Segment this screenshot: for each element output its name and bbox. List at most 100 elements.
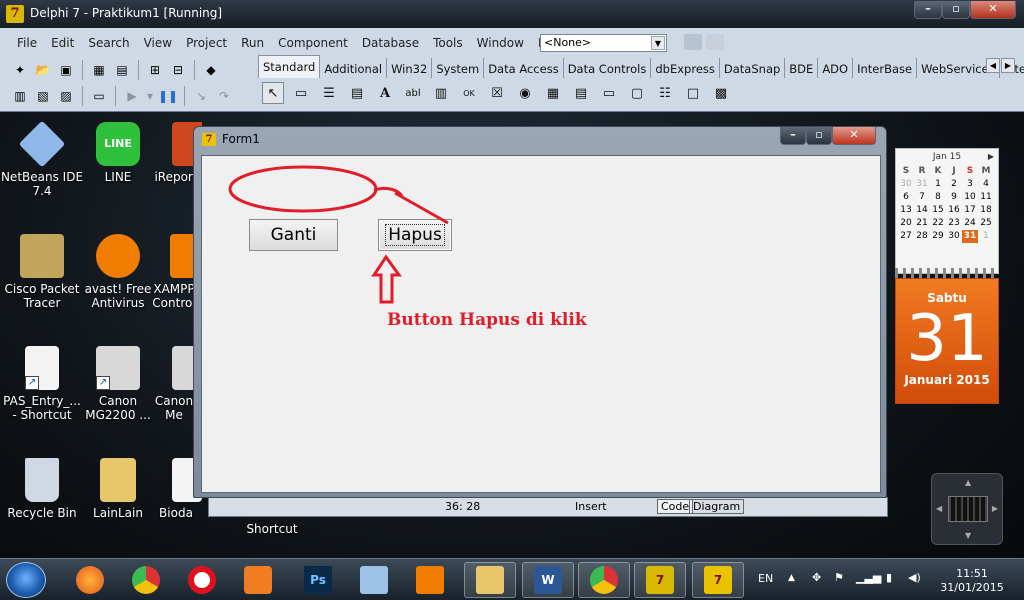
- tab-additional[interactable]: Additional: [320, 58, 388, 78]
- desktop-icon-cisco[interactable]: Cisco Packet Tracer: [0, 234, 84, 310]
- calendar-day[interactable]: 7: [914, 191, 930, 204]
- calendar-day[interactable]: 17: [962, 204, 978, 217]
- scroll-down-icon[interactable]: ▼: [965, 531, 971, 540]
- calendar-day[interactable]: 23: [946, 217, 962, 230]
- scroll-left-icon[interactable]: ◀: [936, 504, 942, 513]
- run-icon[interactable]: ▶: [122, 87, 142, 105]
- taskbar-virtualbox[interactable]: [348, 562, 400, 598]
- menu-view[interactable]: View: [137, 32, 179, 54]
- taskbar-media[interactable]: [232, 562, 284, 598]
- menu-run[interactable]: Run: [234, 32, 271, 54]
- calendar-day[interactable]: 28: [914, 230, 930, 243]
- edit-icon[interactable]: abl: [402, 82, 424, 104]
- taskbar-word[interactable]: W: [522, 562, 574, 598]
- menu-project[interactable]: Project: [179, 32, 234, 54]
- power-icon[interactable]: ▮: [886, 571, 892, 584]
- taskbar-chrome-open[interactable]: [578, 562, 630, 598]
- calendar-day[interactable]: 11: [978, 191, 994, 204]
- calendar-day[interactable]: 1: [930, 178, 946, 191]
- menu-database[interactable]: Database: [355, 32, 426, 54]
- taskbar-explorer[interactable]: [464, 562, 516, 598]
- close-button[interactable]: ✕: [832, 127, 876, 145]
- tab-datasnap[interactable]: DataSnap: [720, 58, 786, 78]
- scrollbar-icon[interactable]: ▭: [598, 82, 620, 104]
- taskbar-delphi-app[interactable]: 7: [692, 562, 744, 598]
- taskbar-photoshop[interactable]: Ps: [292, 562, 344, 598]
- open-project-icon[interactable]: ▤: [112, 61, 132, 79]
- taskbar-opera[interactable]: [176, 562, 228, 598]
- tab-data-access[interactable]: Data Access: [484, 58, 564, 78]
- desktop-icon-lainlain[interactable]: LainLain: [76, 458, 160, 520]
- desktop-icon-canon-2[interactable]: Canon Me: [150, 346, 198, 422]
- actionlist-icon[interactable]: ▩: [710, 82, 732, 104]
- open-icon[interactable]: 📂: [33, 61, 53, 79]
- calendar-today[interactable]: 31: [962, 230, 978, 243]
- combobox-icon[interactable]: ▤: [570, 82, 592, 104]
- maximize-button[interactable]: ▫: [942, 1, 970, 19]
- close-button[interactable]: ✕: [970, 1, 1016, 19]
- main-menu-icon[interactable]: ☰: [318, 82, 340, 104]
- calendar-day[interactable]: 30: [898, 178, 914, 191]
- desktop-icon-pas-entry[interactable]: ↗ PAS_Entry_... - Shortcut: [0, 346, 84, 422]
- component-selector-dropdown[interactable]: <None> ▼: [540, 34, 667, 52]
- new-icon[interactable]: ✦: [10, 61, 30, 79]
- tab-bde[interactable]: BDE: [785, 58, 819, 78]
- calendar-day[interactable]: 6: [898, 191, 914, 204]
- calendar-day[interactable]: 13: [898, 204, 914, 217]
- menu-tools[interactable]: Tools: [426, 32, 470, 54]
- tab-ado[interactable]: ADO: [818, 58, 854, 78]
- desktop-icon-avast[interactable]: avast! Free Antivirus: [76, 234, 160, 310]
- pause-icon[interactable]: ❚❚: [158, 87, 178, 105]
- new-form-icon[interactable]: [706, 34, 724, 50]
- minimize-button[interactable]: –: [914, 1, 942, 19]
- tab-diagram[interactable]: Diagram: [689, 499, 745, 514]
- calendar-day[interactable]: 21: [914, 217, 930, 230]
- save-all-icon[interactable]: ▦: [89, 61, 109, 79]
- view-form-icon[interactable]: ▧: [33, 87, 53, 105]
- tab-code[interactable]: Code: [657, 499, 694, 514]
- network-share-icon[interactable]: ✥: [812, 571, 821, 584]
- view-unit-icon[interactable]: ▥: [10, 87, 30, 105]
- volume-icon[interactable]: ◀): [908, 571, 921, 584]
- taskbar-delphi[interactable]: 7: [634, 562, 686, 598]
- language-indicator[interactable]: EN: [758, 572, 773, 585]
- calendar-day[interactable]: 1: [978, 230, 994, 243]
- toggle-icon[interactable]: ▨: [56, 87, 76, 105]
- calendar-day[interactable]: 18: [978, 204, 994, 217]
- desktop-icon-recycle-bin[interactable]: Recycle Bin: [0, 458, 84, 520]
- groupbox-icon[interactable]: ▢: [626, 82, 648, 104]
- calendar-day[interactable]: 16: [946, 204, 962, 217]
- step-over-icon[interactable]: ↷: [214, 87, 234, 105]
- help-icon[interactable]: ◆: [201, 61, 221, 79]
- calendar-day[interactable]: 10: [962, 191, 978, 204]
- menu-window[interactable]: Window: [470, 32, 531, 54]
- remove-file-icon[interactable]: ⊟: [168, 61, 188, 79]
- calendar-day[interactable]: 27: [898, 230, 914, 243]
- taskbar-firefox[interactable]: [64, 562, 116, 598]
- calendar-day[interactable]: 30: [946, 230, 962, 243]
- listbox-icon[interactable]: ▦: [542, 82, 564, 104]
- label-icon[interactable]: A: [374, 82, 396, 104]
- tab-dbexpress[interactable]: dbExpress: [651, 58, 720, 78]
- menu-search[interactable]: Search: [81, 32, 136, 54]
- calendar-day[interactable]: 8: [930, 191, 946, 204]
- calendar-day[interactable]: 24: [962, 217, 978, 230]
- calendar-day[interactable]: 22: [930, 217, 946, 230]
- desktop-icon-canon[interactable]: ↗ Canon MG2200 ...: [76, 346, 160, 422]
- desktop-icon-line[interactable]: LINE LINE: [76, 122, 160, 184]
- calendar-day[interactable]: 29: [930, 230, 946, 243]
- scroll-right-icon[interactable]: ▶: [1001, 58, 1015, 73]
- run-dropdown-icon[interactable]: ▾: [145, 87, 155, 105]
- calendar-day[interactable]: 4: [978, 178, 994, 191]
- save-icon[interactable]: ▣: [56, 61, 76, 79]
- next-month-icon[interactable]: ▶: [988, 149, 994, 165]
- menu-component[interactable]: Component: [271, 32, 355, 54]
- calendar-day[interactable]: 9: [946, 191, 962, 204]
- add-file-icon[interactable]: ⊞: [145, 61, 165, 79]
- calendar-day[interactable]: 15: [930, 204, 946, 217]
- scroll-right-icon[interactable]: ▶: [992, 504, 998, 513]
- menu-edit[interactable]: Edit: [44, 32, 81, 54]
- minimize-button[interactable]: –: [780, 127, 806, 145]
- tab-win32[interactable]: Win32: [387, 58, 433, 78]
- signal-icon[interactable]: ▁▃▅: [856, 571, 881, 584]
